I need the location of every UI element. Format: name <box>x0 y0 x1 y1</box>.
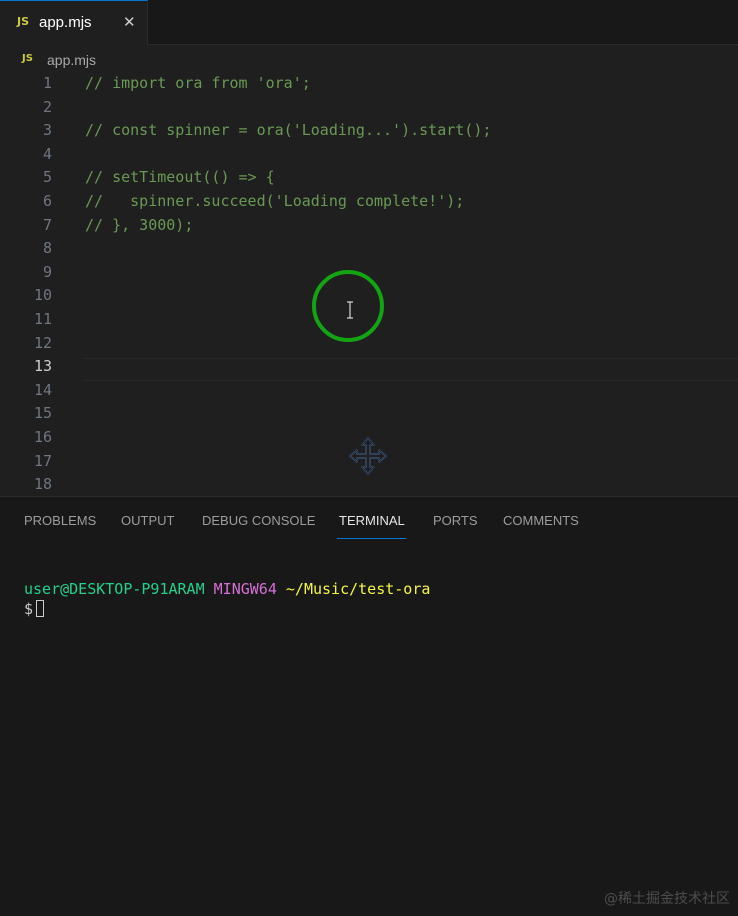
tab-debug-console[interactable]: DEBUG CONSOLE <box>202 513 315 529</box>
code-line[interactable]: 6 // spinner.succeed('Loading complete!'… <box>0 190 738 214</box>
line-number: 2 <box>42 97 52 116</box>
code-text[interactable]: // }, 3000); <box>85 214 193 238</box>
terminal-path: ~/Music/test-ora <box>285 580 431 598</box>
terminal-user-host: user@DESKTOP-P91ARAM <box>24 580 205 598</box>
tab-terminal[interactable]: TERMINAL <box>339 513 405 529</box>
line-number: 5 <box>42 168 52 187</box>
code-line-active[interactable]: 13 <box>0 355 738 379</box>
code-line[interactable]: 7 // }, 3000); <box>0 214 738 238</box>
bottom-panel: PROBLEMS OUTPUT DEBUG CONSOLE TERMINAL P… <box>0 496 738 916</box>
line-number: 18 <box>33 475 52 494</box>
tab-problems[interactable]: PROBLEMS <box>24 513 96 529</box>
editor-tab-bar: JS app.mjs ✕ <box>0 0 738 45</box>
code-line[interactable]: 18 <box>0 473 738 496</box>
terminal-prompt-symbol: $ <box>24 600 34 618</box>
terminal-prompt-header[interactable]: user@DESKTOP-P91ARAM MINGW64 ~/Music/tes… <box>24 579 430 599</box>
terminal-input-line[interactable]: $ <box>24 599 45 619</box>
code-text[interactable]: // setTimeout(() => { <box>85 166 275 190</box>
line-number-active: 13 <box>33 357 52 376</box>
line-number: 17 <box>33 451 52 470</box>
code-line[interactable]: 15 <box>0 402 738 426</box>
line-number: 15 <box>33 404 52 423</box>
terminal-cursor <box>36 600 45 617</box>
javascript-file-icon: JS <box>17 15 30 28</box>
line-number: 12 <box>33 333 52 352</box>
code-text[interactable]: // const spinner = ora('Loading...').sta… <box>85 119 491 143</box>
line-number: 3 <box>42 121 52 140</box>
line-number: 1 <box>42 74 52 92</box>
code-line[interactable]: 1 // import ora from 'ora'; <box>0 72 738 96</box>
tab-label: app.mjs <box>39 14 92 31</box>
line-number: 6 <box>42 192 52 210</box>
active-tab-indicator <box>337 538 406 539</box>
vscode-window: JS app.mjs ✕ JS app.mjs 1 // import ora … <box>0 0 738 916</box>
code-line[interactable]: 14 <box>0 379 738 403</box>
code-line[interactable]: 3 // const spinner = ora('Loading...').s… <box>0 119 738 143</box>
terminal-shell-name: MINGW64 <box>213 580 277 598</box>
code-line[interactable]: 8 <box>0 237 738 261</box>
tab-output[interactable]: OUTPUT <box>121 513 174 529</box>
breadcrumb: JS app.mjs <box>0 46 738 72</box>
tab-ports[interactable]: PORTS <box>433 513 478 529</box>
code-text[interactable]: // spinner.succeed('Loading complete!'); <box>85 190 464 214</box>
javascript-file-icon: JS <box>22 53 33 64</box>
line-number: 11 <box>33 310 52 328</box>
code-line[interactable]: 4 <box>0 143 738 167</box>
code-line[interactable]: 2 <box>0 96 738 120</box>
tab-app-mjs[interactable]: JS app.mjs ✕ <box>0 0 148 45</box>
move-arrows-icon[interactable] <box>348 436 388 476</box>
close-icon[interactable]: ✕ <box>123 12 136 32</box>
line-number: 14 <box>33 380 52 399</box>
line-number: 10 <box>33 286 52 305</box>
code-line[interactable]: 5 // setTimeout(() => { <box>0 166 738 190</box>
tab-comments[interactable]: COMMENTS <box>503 513 579 529</box>
line-number: 4 <box>42 144 52 163</box>
breadcrumb-item-app-mjs[interactable]: app.mjs <box>47 52 96 68</box>
code-text[interactable]: // import ora from 'ora'; <box>85 72 311 96</box>
text-cursor-icon <box>347 301 353 319</box>
line-number: 16 <box>33 428 52 446</box>
code-editor[interactable]: 1 // import ora from 'ora'; 2 3 // const… <box>0 72 738 496</box>
line-number: 8 <box>42 239 52 258</box>
line-number: 7 <box>42 215 52 234</box>
watermark: @稀土掘金技术社区 <box>604 891 730 907</box>
line-number: 9 <box>42 262 52 281</box>
